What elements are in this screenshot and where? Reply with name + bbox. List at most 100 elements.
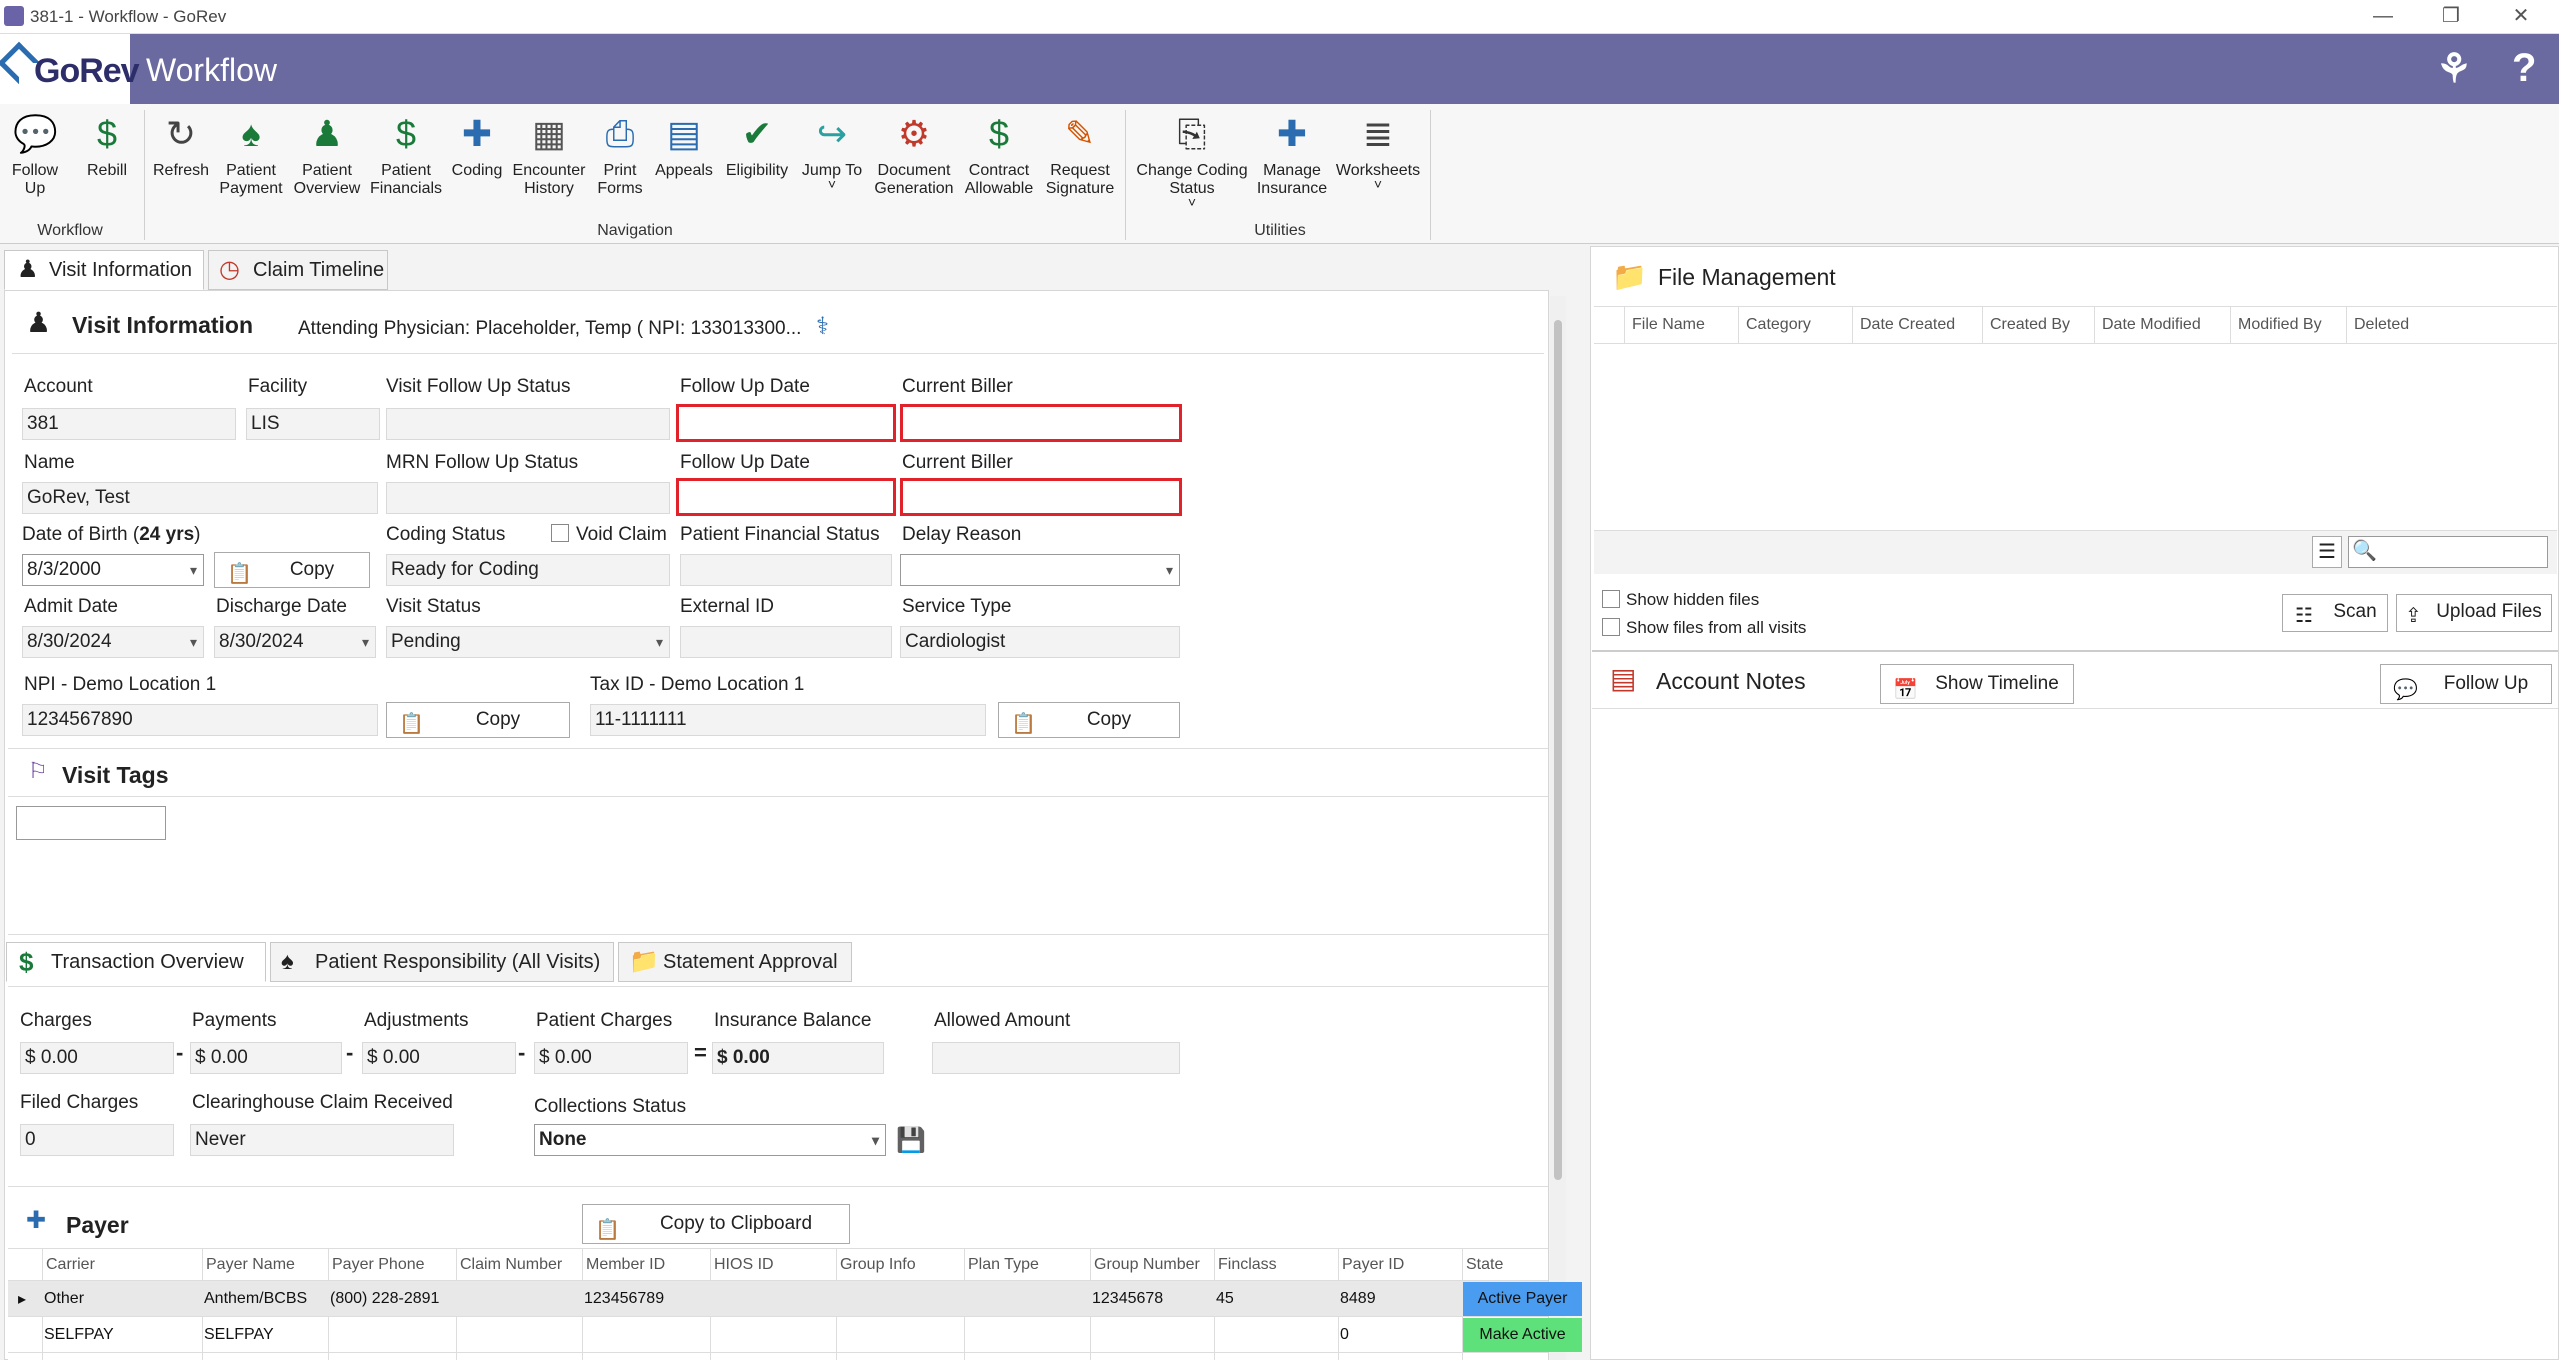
rebill-ribbon-button[interactable]: $ Rebill <box>84 110 130 180</box>
coding-status-field[interactable]: Ready for Coding <box>386 554 670 586</box>
contract-ribbon-button[interactable]: $ Contract Allowable <box>962 110 1036 198</box>
mrn-current-biller-field[interactable] <box>900 478 1182 516</box>
external-id-field[interactable] <box>680 626 892 658</box>
upload-files-button[interactable]: ⇪ Upload Files <box>2396 594 2552 632</box>
payer-column-header[interactable]: Claim Number <box>460 1256 562 1274</box>
file-column-header[interactable]: Date Created <box>1860 316 1955 334</box>
payer-table-row[interactable]: SELFPAY SELFPAY 0 Make Active <box>8 1317 1582 1353</box>
divider <box>1592 650 2558 652</box>
payer-column-header[interactable]: Plan Type <box>968 1256 1039 1274</box>
allowed-amount-field[interactable] <box>932 1042 1180 1074</box>
mrn-follow-up-status-field[interactable] <box>386 482 670 514</box>
name-field[interactable]: GoRev, Test <box>22 482 378 514</box>
show-all-visits-checkbox[interactable] <box>1602 618 1620 636</box>
make-active-button[interactable]: Make Active <box>1463 1318 1582 1352</box>
charges-field[interactable]: $ 0.00 <box>20 1042 174 1074</box>
minimize-button[interactable]: — <box>2368 2 2398 30</box>
help-icon[interactable]: ? <box>2512 46 2536 91</box>
save-icon[interactable]: 💾 <box>896 1126 926 1155</box>
close-button[interactable]: ✕ <box>2506 2 2536 30</box>
payer-column-header[interactable]: Finclass <box>1218 1256 1277 1274</box>
tab-statement-approval[interactable]: 📁 Statement Approval <box>618 942 852 982</box>
visit-status-select[interactable]: Pending <box>386 626 670 658</box>
scan-button[interactable]: ☷ Scan <box>2282 594 2388 632</box>
tax-id-field[interactable]: 11-1111111 <box>590 704 986 736</box>
jump-ribbon-button[interactable]: ↪ Jump To ˅ <box>796 110 868 191</box>
payer-table-header: Carrier Payer Name Payer Phone Claim Number… <box>8 1249 1548 1360</box>
refresh-ribbon-button[interactable]: ↻ Refresh <box>150 110 212 180</box>
follow-up-button[interactable]: 💬 Follow Up <box>2380 664 2552 704</box>
discharge-date-picker[interactable]: 8/30/2024 <box>214 626 376 658</box>
insurance-balance-field[interactable]: $ 0.00 <box>712 1042 884 1074</box>
documents-ribbon-button[interactable]: ▤ Appeals <box>652 110 716 180</box>
copy-dob-button[interactable]: 📋 Copy <box>214 552 370 588</box>
filed-charges-field[interactable]: 0 <box>20 1124 174 1156</box>
copy-tax-id-button[interactable]: 📋 Copy <box>998 702 1180 738</box>
facility-field[interactable]: LIS <box>246 408 380 440</box>
vertical-scrollbar[interactable] <box>1550 296 1566 1360</box>
file-column-header[interactable]: Created By <box>1990 316 2070 334</box>
payment-ribbon-button[interactable]: ♠ Patient Payment <box>214 110 288 198</box>
payer-column-header[interactable]: State <box>1466 1256 1503 1274</box>
keys-icon[interactable]: ⚘ <box>2436 46 2472 92</box>
adjustments-field[interactable]: $ 0.00 <box>362 1042 516 1074</box>
eligibility-ribbon-button[interactable]: ✔ Eligibility <box>718 110 796 180</box>
file-column-header[interactable]: Deleted <box>2354 316 2409 334</box>
copy-to-clipboard-button[interactable]: 📋 Copy to Clipboard <box>582 1204 850 1244</box>
insurance-ribbon-button[interactable]: ✚ Manage Insurance <box>1252 110 1332 198</box>
account-field[interactable]: 381 <box>22 408 236 440</box>
payer-column-header[interactable]: Payer ID <box>1342 1256 1404 1274</box>
active-payer-button[interactable]: Active Payer <box>1463 1282 1582 1316</box>
visit-tags-input[interactable] <box>16 806 166 840</box>
calendar-ribbon-button[interactable]: ▦ Encounter History <box>508 110 590 198</box>
payer-table-row[interactable]: ▸ Other Anthem/BCBS (800) 228-2891 123456789… <box>8 1281 1582 1317</box>
dollar-ribbon-button[interactable]: $ Patient Financials <box>366 110 446 198</box>
book-ribbon-button[interactable]: ✚ Coding <box>450 110 504 180</box>
delay-reason-select[interactable] <box>900 554 1180 586</box>
patient-ribbon-button[interactable]: ♟ Patient Overview <box>290 110 364 198</box>
tab-visit-information[interactable]: ♟ Visit Information <box>4 250 204 290</box>
payer-column-header[interactable]: Member ID <box>586 1256 665 1274</box>
robot-ribbon-button[interactable]: ⚙ Document Generation <box>872 110 956 198</box>
follow-up-date-field[interactable] <box>676 404 896 442</box>
show-timeline-button[interactable]: 📅 Show Timeline <box>1880 664 2074 704</box>
collections-status-select[interactable]: None <box>534 1124 886 1156</box>
copy-npi-button[interactable]: 📋 Copy <box>386 702 570 738</box>
dob-picker[interactable]: 8/3/2000 <box>22 554 204 586</box>
physician-icon[interactable]: ⚕ <box>816 312 829 341</box>
file-status-ribbon-button[interactable]: ⎘ Change Coding Status ˅ <box>1132 110 1252 209</box>
tab-transaction-overview[interactable]: $ Transaction Overview <box>6 942 266 982</box>
printer-ribbon-button[interactable]: ⎙ Print Forms <box>594 110 646 198</box>
menu-icon[interactable]: ☰ <box>2312 536 2342 568</box>
show-hidden-files-checkbox[interactable] <box>1602 590 1620 608</box>
payments-field[interactable]: $ 0.00 <box>190 1042 342 1074</box>
file-column-header[interactable]: File Name <box>1632 316 1705 334</box>
file-column-header[interactable]: Category <box>1746 316 1811 334</box>
chat-ribbon-button[interactable]: 💬 Follow Up <box>10 110 60 198</box>
file-column-header[interactable]: Date Modified <box>2102 316 2201 334</box>
payer-column-header[interactable]: Group Number <box>1094 1256 1200 1274</box>
file-column-header[interactable]: Modified By <box>2238 316 2322 334</box>
current-biller-field[interactable] <box>900 404 1182 442</box>
payer-column-header[interactable]: Carrier <box>46 1256 95 1274</box>
mrn-follow-up-date-field[interactable] <box>676 478 896 516</box>
signature-ribbon-button[interactable]: ✎ Request Signature <box>1040 110 1120 198</box>
payer-column-header[interactable]: HIOS ID <box>714 1256 774 1274</box>
restore-button[interactable]: ❐ <box>2436 2 2466 30</box>
payer-column-header[interactable]: Payer Phone <box>332 1256 425 1274</box>
patient-financial-status-field[interactable] <box>680 554 892 586</box>
clearinghouse-field[interactable]: Never <box>190 1124 454 1156</box>
visit-follow-up-status-field[interactable] <box>386 408 670 440</box>
file-search-input[interactable] <box>2348 536 2548 568</box>
payer-column-header[interactable]: Group Info <box>840 1256 916 1274</box>
admit-date-picker[interactable]: 8/30/2024 <box>22 626 204 658</box>
service-type-field[interactable]: Cardiologist <box>900 626 1180 658</box>
patient-charges-field[interactable]: $ 0.00 <box>534 1042 688 1074</box>
void-claim-checkbox[interactable] <box>551 524 569 542</box>
tab-claim-timeline[interactable]: ◷ Claim Timeline <box>208 250 388 290</box>
scrollbar-thumb[interactable] <box>1554 320 1562 1180</box>
tab-patient-responsibility[interactable]: ♠ Patient Responsibility (All Visits) <box>270 942 614 982</box>
payer-column-header[interactable]: Payer Name <box>206 1256 295 1274</box>
npi-field[interactable]: 1234567890 <box>22 704 378 736</box>
worksheets-ribbon-button[interactable]: ≣ Worksheets ˅ <box>1334 110 1422 191</box>
